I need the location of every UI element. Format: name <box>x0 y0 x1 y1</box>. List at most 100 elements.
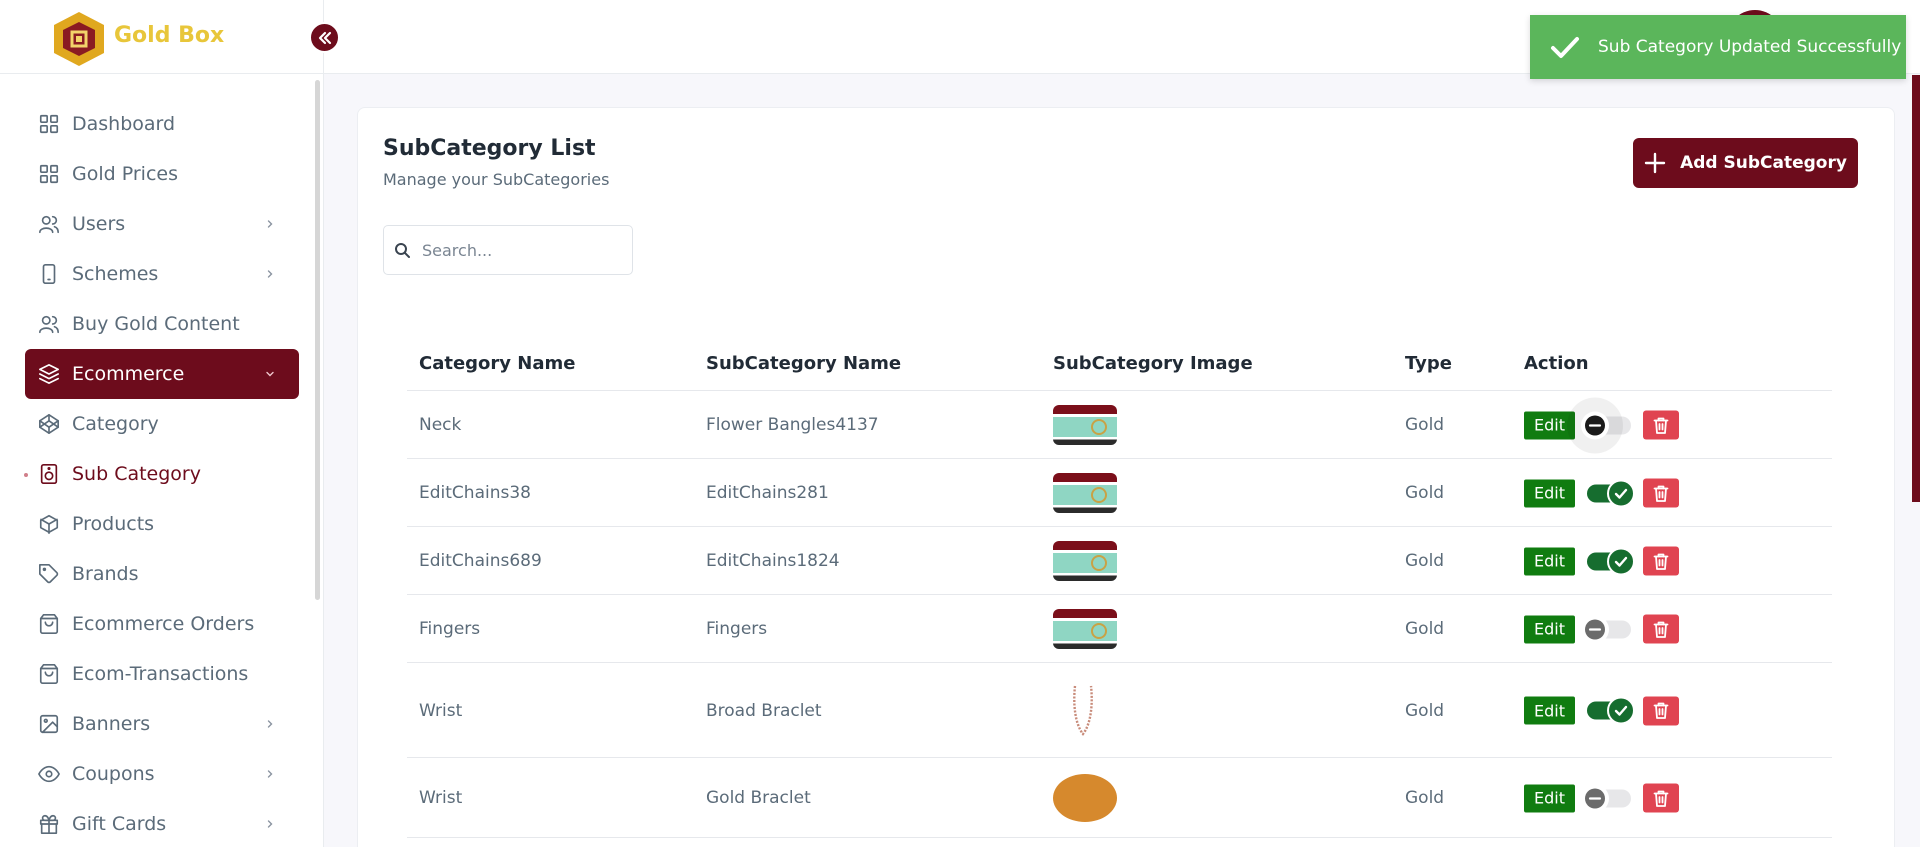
grid-icon <box>37 112 61 136</box>
sidebar-item-products[interactable]: Products <box>25 499 299 549</box>
table-row: EditChains689 EditChains1824 Gold Edit <box>407 527 1832 595</box>
cell-type: Gold <box>1405 619 1445 639</box>
header-subcategory-image[interactable]: SubCategory Image <box>1053 353 1253 374</box>
sidebar-item-gold-prices[interactable]: Gold Prices <box>25 149 299 199</box>
check-icon <box>1607 696 1635 725</box>
edit-button[interactable]: Edit <box>1524 547 1575 575</box>
add-subcategory-button[interactable]: Add SubCategory <box>1633 138 1858 188</box>
trash-icon <box>1653 702 1669 719</box>
minus-icon <box>1581 411 1609 439</box>
logo-row: Gold Box <box>0 0 323 74</box>
cell-category-name: Wrist <box>419 700 463 721</box>
status-toggle[interactable] <box>1581 784 1631 812</box>
page-subtitle: Manage your SubCategories <box>383 170 610 189</box>
chevron-right-icon <box>263 815 277 833</box>
sidebar-item-label: Gold Prices <box>72 163 178 185</box>
subcategory-thumbnail <box>1053 541 1117 581</box>
edit-button[interactable]: Edit <box>1524 479 1575 507</box>
sidebar-item-label: Buy Gold Content <box>72 313 240 335</box>
tag-icon <box>37 562 61 586</box>
chevron-right-icon <box>263 715 277 733</box>
checkmark-icon <box>1548 30 1582 64</box>
cell-type: Gold <box>1405 788 1445 808</box>
table-row: Neck Flower Bangles4137 Gold Edit <box>407 391 1832 459</box>
sidebar-item-label: Banners <box>72 713 151 735</box>
success-toast[interactable]: Sub Category Updated Successfully <box>1530 15 1906 79</box>
table-row: EditChains38 EditChains281 Gold Edit <box>407 459 1832 527</box>
cell-category-name: EditChains38 <box>419 483 531 503</box>
edit-button[interactable]: Edit <box>1524 784 1575 812</box>
sidebar-item-ecommerce-orders[interactable]: Ecommerce Orders <box>25 599 299 649</box>
table-row: Wrist Broad Braclet Gold Edit <box>407 663 1832 758</box>
cell-category-name: EditChains689 <box>419 551 542 571</box>
layers-icon <box>37 362 61 386</box>
sidebar-item-users[interactable]: Users <box>25 199 299 249</box>
double-chevron-left-icon <box>318 31 331 44</box>
status-toggle[interactable] <box>1567 397 1631 453</box>
sidebar-item-gift-cards[interactable]: Gift Cards <box>25 799 299 847</box>
sidebar-item-brands[interactable]: Brands <box>25 549 299 599</box>
delete-button[interactable] <box>1643 546 1679 576</box>
sidebar-item-coupons[interactable]: Coupons <box>25 749 299 799</box>
minus-icon <box>1581 784 1609 812</box>
sidebar-item-label: Ecommerce <box>72 363 185 385</box>
delete-button[interactable] <box>1643 783 1679 813</box>
edit-button[interactable]: Edit <box>1524 696 1575 725</box>
delete-button[interactable] <box>1643 478 1679 508</box>
sidebar-item-label: Category <box>72 413 159 435</box>
header-type[interactable]: Type <box>1405 353 1452 374</box>
table-body: Neck Flower Bangles4137 Gold Edit EditChains… <box>407 391 1832 838</box>
chevron-right-icon <box>263 765 277 783</box>
status-toggle[interactable] <box>1587 547 1635 575</box>
delete-button[interactable] <box>1643 614 1679 644</box>
sidebar-item-buy-gold-content[interactable]: Buy Gold Content <box>25 299 299 349</box>
header-category-name[interactable]: Category Name <box>419 353 575 374</box>
sidebar-item-schemes[interactable]: Schemes <box>25 249 299 299</box>
sidebar-item-label: Ecom-Transactions <box>72 663 249 685</box>
search-input[interactable] <box>422 240 622 260</box>
subcategory-table: Category Name SubCategory Name SubCatego… <box>407 333 1832 838</box>
subcategory-thumbnail <box>1053 609 1117 649</box>
status-toggle[interactable] <box>1587 479 1635 507</box>
status-toggle[interactable] <box>1587 696 1635 725</box>
status-toggle[interactable] <box>1581 615 1631 643</box>
grid-icon <box>37 162 61 186</box>
delete-button[interactable] <box>1643 696 1679 725</box>
row-actions: Edit <box>1524 397 1679 453</box>
sidebar-item-dashboard[interactable]: Dashboard <box>25 99 299 149</box>
page-scrollbar[interactable] <box>1912 75 1920 502</box>
cell-subcategory-name: Fingers <box>706 619 768 639</box>
subcategory-thumbnail <box>1053 405 1117 445</box>
eye-icon <box>37 762 61 786</box>
subcategory-card: SubCategory List Manage your SubCategori… <box>357 107 1895 847</box>
bag-icon <box>37 612 61 636</box>
edit-button[interactable]: Edit <box>1524 615 1575 643</box>
sidebar-scrollbar[interactable] <box>315 80 320 600</box>
sidebar-item-label: Sub Category <box>72 463 201 485</box>
collapse-sidebar-button[interactable] <box>309 22 340 53</box>
brand-name: Gold Box <box>114 23 225 48</box>
toast-message: Sub Category Updated Successfully <box>1598 37 1902 57</box>
sidebar-item-label: Brands <box>72 563 139 585</box>
cell-subcategory-name: EditChains281 <box>706 483 829 503</box>
chevron-down-icon <box>263 365 277 383</box>
sidebar-item-label: Products <box>72 513 155 535</box>
row-actions: Edit <box>1524 783 1679 813</box>
sidebar-item-category[interactable]: Category <box>25 399 299 449</box>
header-subcategory-name[interactable]: SubCategory Name <box>706 353 901 374</box>
cell-category-name: Fingers <box>419 619 481 639</box>
sidebar-item-ecom-transactions[interactable]: Ecom-Transactions <box>25 649 299 699</box>
cell-subcategory-name: EditChains1824 <box>706 551 840 571</box>
sidebar-item-ecommerce[interactable]: Ecommerce <box>25 349 299 399</box>
sidebar-item-sub-category[interactable]: Sub Category <box>24 449 299 499</box>
sidebar-item-label: Coupons <box>72 763 155 785</box>
sidebar-item-banners[interactable]: Banners <box>25 699 299 749</box>
sidebar-item-label: Ecommerce Orders <box>72 613 255 635</box>
brand-logo-icon <box>54 12 104 66</box>
trash-icon <box>1653 621 1669 638</box>
minus-icon <box>1581 615 1609 643</box>
users-icon <box>37 212 61 236</box>
search-box[interactable] <box>383 225 633 275</box>
trash-icon <box>1653 790 1669 807</box>
delete-button[interactable] <box>1643 410 1679 440</box>
